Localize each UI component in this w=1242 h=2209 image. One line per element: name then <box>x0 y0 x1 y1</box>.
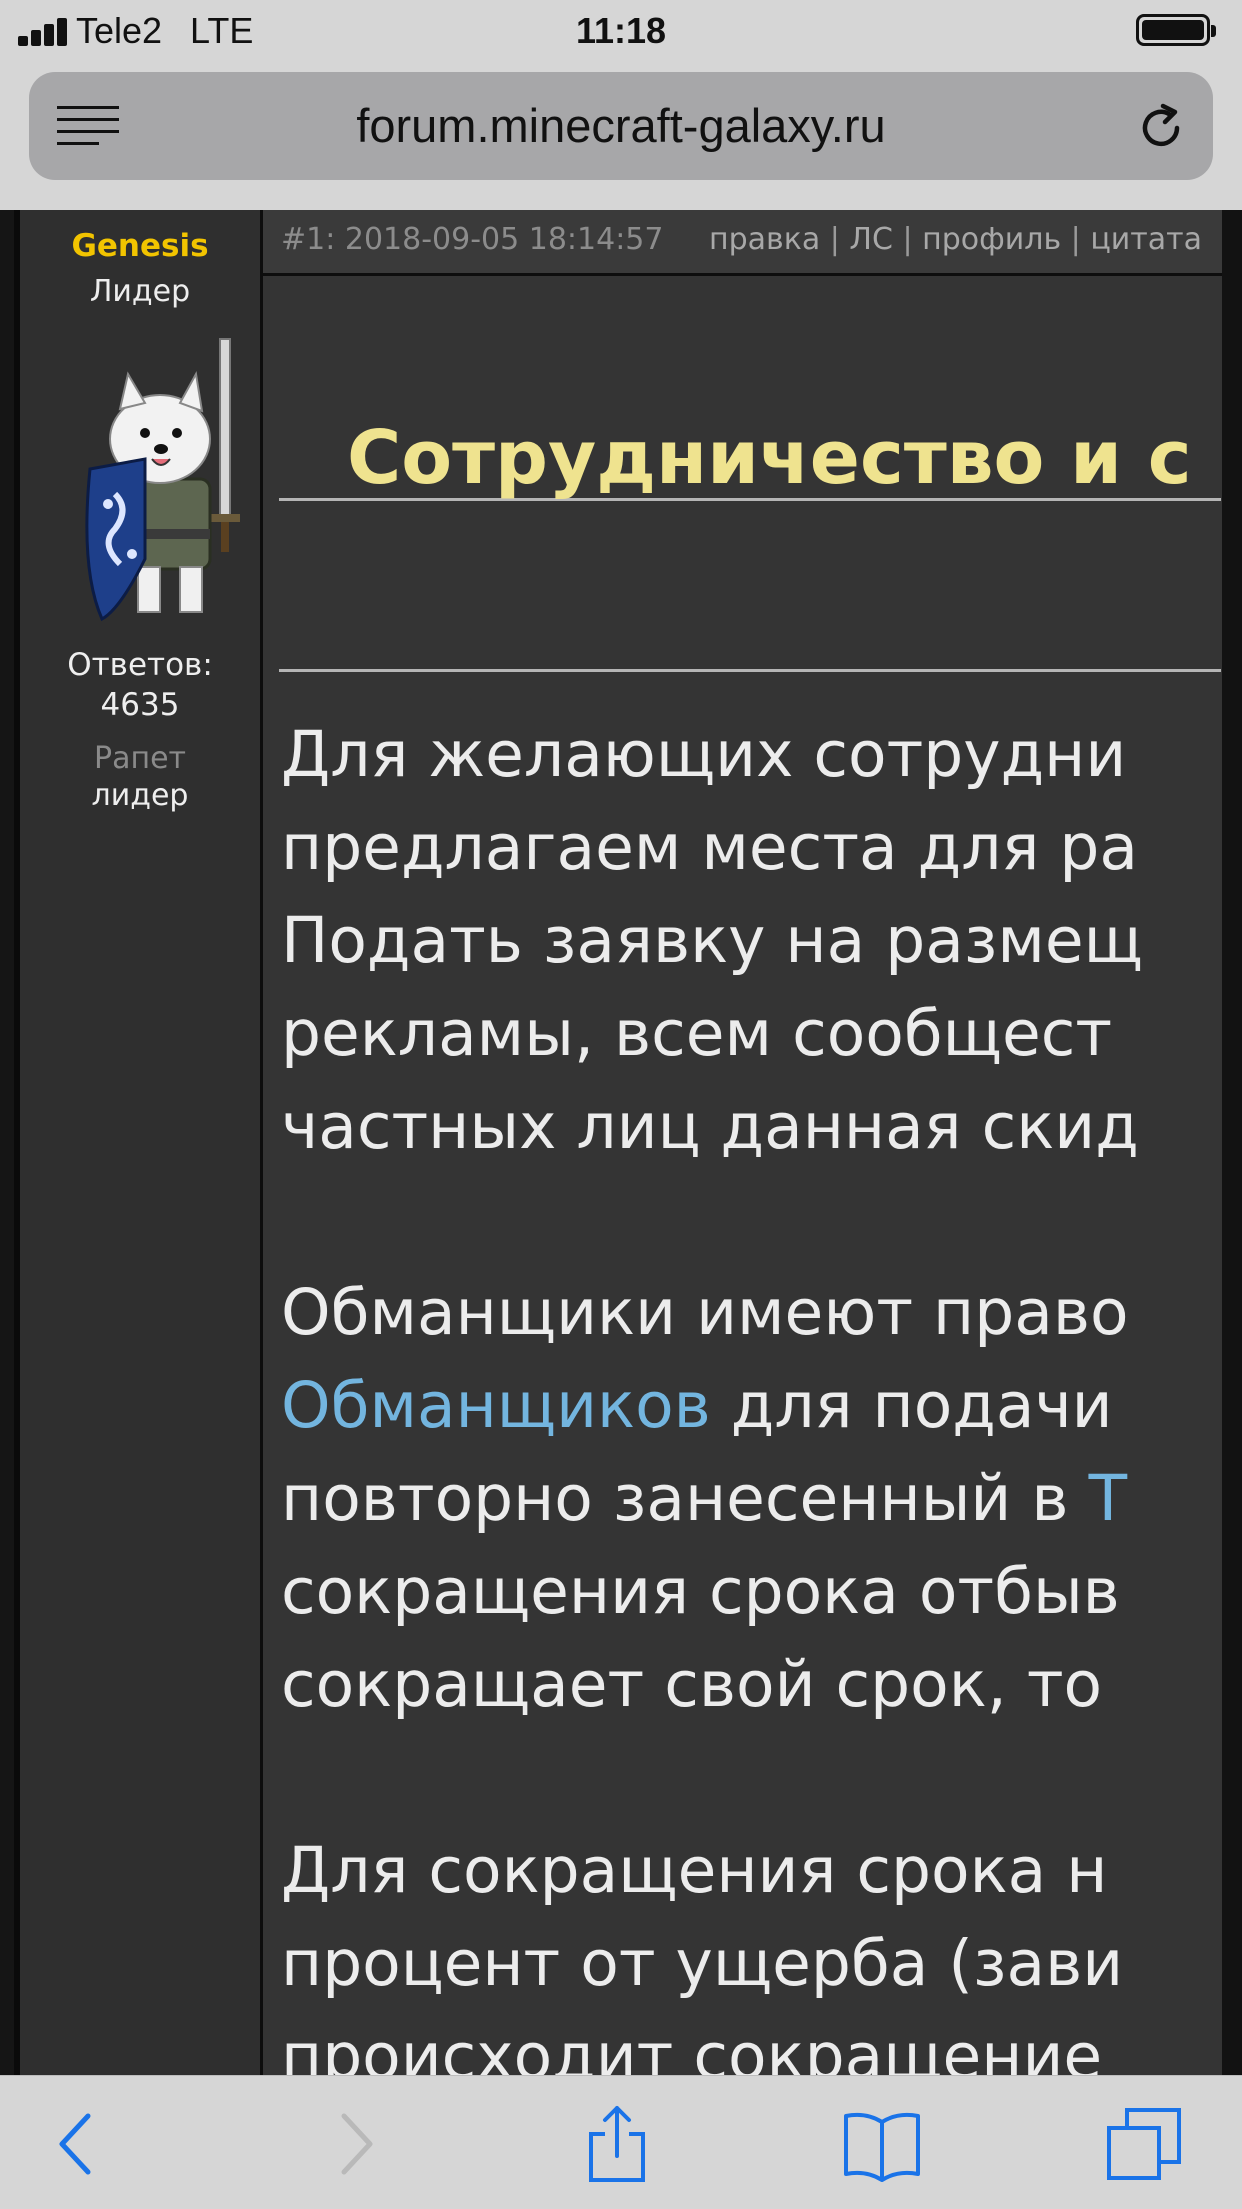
author-panel: Genesis Лидер Ответов: 4635 Рапет лидер <box>14 210 260 2075</box>
paragraph-text: повторно занесенный в <box>281 1462 1089 1535</box>
post-number-date[interactable]: #1: 2018-09-05 18:14:57 <box>281 222 664 257</box>
browser-toolbar: forum.minecraft-galaxy.ru <box>0 64 1242 210</box>
paragraph-1: Для желающих сотрудни предлагаем места д… <box>281 708 1143 1173</box>
paragraph-line: Обманщики имеют право <box>281 1276 1129 1349</box>
post-title: Сотрудничество и с <box>347 415 1192 501</box>
paragraph-2: Обманщики имеют право Обманщиков для под… <box>281 1266 1129 1731</box>
quote-link[interactable]: цитата <box>1090 222 1202 257</box>
post-header: #1: 2018-09-05 18:14:57 правка | ЛС | пр… <box>263 210 1223 276</box>
action-separator: | <box>820 222 850 257</box>
post-body: Сотрудничество и с Для желающих сотрудни… <box>263 276 1223 2075</box>
page-right-border <box>1222 210 1242 2075</box>
back-chevron-icon[interactable] <box>38 2104 118 2184</box>
author-rank: Лидер <box>89 274 191 309</box>
tabs-icon[interactable] <box>1105 2104 1185 2184</box>
scammers-link[interactable]: Обманщиков <box>281 1369 711 1442</box>
author-avatar <box>85 338 240 622</box>
address-bar[interactable]: forum.minecraft-galaxy.ru <box>29 72 1213 180</box>
share-icon[interactable] <box>577 2104 657 2184</box>
rating-label: Рапет <box>93 741 187 776</box>
action-separator: | <box>892 222 923 257</box>
profile-link[interactable]: профиль <box>922 222 1061 257</box>
paragraph-line: Подать заявку на размещ <box>281 904 1143 977</box>
paragraph-3: Для сокращения срока н процент от ущерба… <box>281 1824 1123 2075</box>
rating-value: лидер <box>91 778 189 813</box>
url-text[interactable]: forum.minecraft-galaxy.ru <box>29 98 1213 153</box>
post-actions: правка | ЛС | профиль | цитата <box>709 222 1202 257</box>
author-username[interactable]: Genesis <box>20 228 260 264</box>
paragraph-line: происходит сокращение <box>281 2020 1103 2075</box>
inline-link[interactable]: Т <box>1089 1462 1127 1535</box>
paragraph-line: частных лиц данная скид <box>281 1090 1139 1163</box>
paragraph-line: сокращает свой срок, то <box>281 1648 1103 1721</box>
paragraph-line: Для желающих сотрудни <box>281 718 1127 791</box>
paragraph-line: предлагаем места для ра <box>281 811 1138 884</box>
paragraph-line: процент от ущерба (зави <box>281 1927 1124 2000</box>
action-separator: | <box>1061 222 1091 257</box>
reload-icon[interactable] <box>1133 100 1189 156</box>
answers-label: Ответов: <box>67 647 213 683</box>
paragraph-line: рекламы, всем сообщест <box>281 997 1113 1070</box>
paragraph-line: сокращения срока отбыв <box>281 1555 1120 1628</box>
bookmarks-icon[interactable] <box>842 2104 922 2184</box>
answers-count: 4635 <box>100 687 180 723</box>
browser-bottom-toolbar <box>0 2075 1242 2209</box>
forum-page: Genesis Лидер Ответов: 4635 Рапет лидер … <box>0 210 1242 2075</box>
paragraph-text: для подачи <box>710 1369 1113 1442</box>
battery-icon <box>1136 14 1216 46</box>
edit-link[interactable]: правка <box>709 222 820 257</box>
paragraph-line: повторно занесенный в Т <box>281 1452 1129 1545</box>
status-bar: Tele2 LTE 11:18 <box>0 0 1242 64</box>
private-message-link[interactable]: ЛС <box>849 222 893 257</box>
title-rule-bottom <box>279 669 1221 672</box>
forward-chevron-icon[interactable] <box>314 2104 394 2184</box>
clock: 11:18 <box>575 10 667 51</box>
paragraph-line-with-link: Обманщиков для подачи <box>281 1359 1129 1452</box>
paragraph-line: Для сокращения срока н <box>281 1834 1108 1907</box>
